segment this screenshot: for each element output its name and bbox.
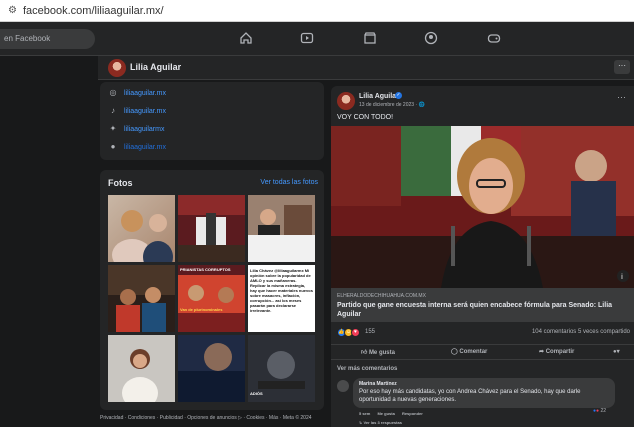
marketplace-icon[interactable]	[362, 31, 378, 47]
reaction-icons[interactable]: 👍 ☺ ♥	[337, 328, 360, 337]
avatar[interactable]	[337, 92, 355, 110]
left-column	[0, 56, 98, 427]
search-input[interactable]: en Facebook	[0, 29, 95, 49]
comment-bubble: Marina Martínez Por eso hay más candidat…	[353, 378, 615, 408]
post-text: VOY CON TODO!	[337, 114, 394, 121]
twitter-icon: ✦	[109, 124, 117, 133]
photo-caption: PRIANISTAS CORRUPTOS	[180, 267, 231, 272]
post-actions: 👍︎ Me gusta ◯ Comentar ➦ Compartir ●▾	[331, 344, 634, 360]
link-label[interactable]: liliaaguilarmx	[124, 126, 164, 133]
browser-url-bar[interactable]: ⚙ facebook.com/liliaaguilar.mx/	[0, 0, 634, 22]
photo-thumbnail[interactable]	[248, 195, 315, 262]
facebook-top-nav: en Facebook	[0, 22, 634, 56]
footer-links[interactable]: Privacidad · Condiciones · Publicidad · …	[100, 415, 312, 421]
share-label: Compartir	[545, 349, 575, 355]
link-label[interactable]: liliaaguilar.mx	[124, 90, 166, 97]
link-label[interactable]: liliaaguilar.mx	[124, 108, 166, 115]
photo-thumbnail[interactable]: Lilia Chávez @liliaaguilarmx Mi opinión …	[248, 265, 315, 332]
love-reaction-icon: ♥	[351, 328, 360, 337]
photo-thumbnail[interactable]	[108, 335, 175, 402]
comment-author[interactable]: Marina Martínez	[359, 381, 397, 387]
link-row-tiktok[interactable]: ♪ liliaaguilar.mx	[108, 104, 166, 118]
view-more-comments[interactable]: Ver más comentarios	[337, 366, 397, 372]
like-label: Me gusta	[368, 350, 395, 356]
comment-label: Comentar	[459, 349, 488, 355]
page-header-bar: Lilia Aguilar ···	[98, 56, 634, 80]
comment-reactions[interactable]: ●● 22	[593, 408, 606, 414]
share-button[interactable]: ➦ Compartir	[539, 348, 574, 355]
avatar[interactable]	[108, 59, 126, 77]
verified-badge-icon: ✓	[395, 92, 402, 99]
comment-time[interactable]: 5 sem	[359, 411, 370, 416]
profile-selector-icon[interactable]: ●▾	[613, 348, 620, 355]
comment-reaction-count: 22	[600, 408, 607, 414]
comment-text: Por eso hay más candidatas, yo con Andre…	[359, 389, 581, 403]
link-title[interactable]: Partido que gane encuesta interna será q…	[337, 301, 631, 319]
post-more-icon[interactable]: ···	[617, 92, 626, 102]
photo-thumbnail[interactable]	[108, 265, 175, 332]
photo-caption: Van de plurinominales	[180, 307, 223, 312]
intro-links-card: ◎ liliaaguilar.mx ♪ liliaaguilar.mx ✦ li…	[100, 82, 324, 160]
avatar[interactable]	[337, 380, 349, 392]
more-options-button[interactable]: ···	[614, 60, 630, 74]
post-stats: 👍 ☺ ♥ 155 104 comentarios 5 veces compar…	[331, 326, 634, 340]
photo-caption: Lilia Chávez @liliaaguilarmx Mi opinión …	[250, 268, 313, 313]
page-name[interactable]: Lilia Aguilar	[130, 62, 181, 72]
svg-text:i: i	[621, 273, 623, 281]
video-icon[interactable]	[299, 31, 315, 47]
comment-like-button[interactable]: Me gusta	[377, 411, 394, 416]
link-row-instagram[interactable]: ◎ liliaaguilar.mx	[108, 86, 167, 100]
site-settings-icon[interactable]: ⚙	[8, 5, 17, 16]
comment-reply-button[interactable]: Responder	[402, 411, 423, 416]
see-all-photos-link[interactable]: Ver todas las fotos	[260, 179, 318, 186]
comment-button[interactable]: ◯ Comentar	[451, 348, 487, 355]
like-icon: 👍︎	[361, 350, 369, 356]
comment-meta: 5 sem Me gusta Responder	[359, 411, 429, 416]
post-card: Lilia Aguilar ✓ 13 de diciembre de 2023 …	[331, 86, 634, 427]
groups-icon[interactable]	[423, 31, 439, 47]
like-button[interactable]: 👍︎ Me gusta	[361, 348, 395, 356]
photo-caption: ADIÓS	[250, 391, 263, 396]
photo-thumbnail[interactable]	[108, 195, 175, 262]
link-row-twitter[interactable]: ✦ liliaaguilarmx	[108, 122, 165, 136]
comments-shares-count[interactable]: 104 comentarios 5 veces compartido	[532, 329, 630, 335]
photo-thumbnail[interactable]: PRIANISTAS CORRUPTOS Van de plurinominal…	[178, 265, 245, 332]
url-text[interactable]: facebook.com/liliaaguilar.mx/	[23, 5, 164, 17]
link-preview[interactable]: ELHERALDODECHIHUAHUA.COM.MX Partido que …	[331, 288, 634, 322]
view-replies[interactable]: ↳ Ver las 3 respuestas	[359, 420, 402, 425]
link-row-web[interactable]: ● liliaaguilar.mx	[108, 140, 166, 154]
link-label[interactable]: liliaaguilar.mx	[124, 144, 166, 151]
web-icon: ●	[110, 142, 116, 151]
photo-thumbnail[interactable]	[178, 195, 245, 262]
gaming-icon[interactable]	[486, 31, 502, 47]
photo-thumbnail[interactable]	[178, 335, 245, 402]
post-author[interactable]: Lilia Aguilar	[359, 93, 399, 100]
instagram-icon: ◎	[109, 88, 117, 97]
post-date[interactable]: 13 de diciembre de 2023 · 🌐	[359, 102, 425, 108]
tiktok-icon: ♪	[111, 106, 115, 115]
love-reaction-icon: ●	[596, 408, 600, 414]
home-icon[interactable]	[238, 31, 254, 47]
reaction-count[interactable]: 155	[365, 329, 375, 335]
share-icon: ➦	[539, 349, 546, 355]
photo-thumbnail[interactable]: ADIÓS	[248, 335, 315, 402]
post-image[interactable]: i	[331, 126, 634, 288]
photos-title: Fotos	[108, 178, 133, 188]
link-source: ELHERALDODECHIHUAHUA.COM.MX	[337, 293, 426, 299]
photos-card: Fotos Ver todas las fotos PRIANISTAS COR…	[100, 170, 324, 410]
